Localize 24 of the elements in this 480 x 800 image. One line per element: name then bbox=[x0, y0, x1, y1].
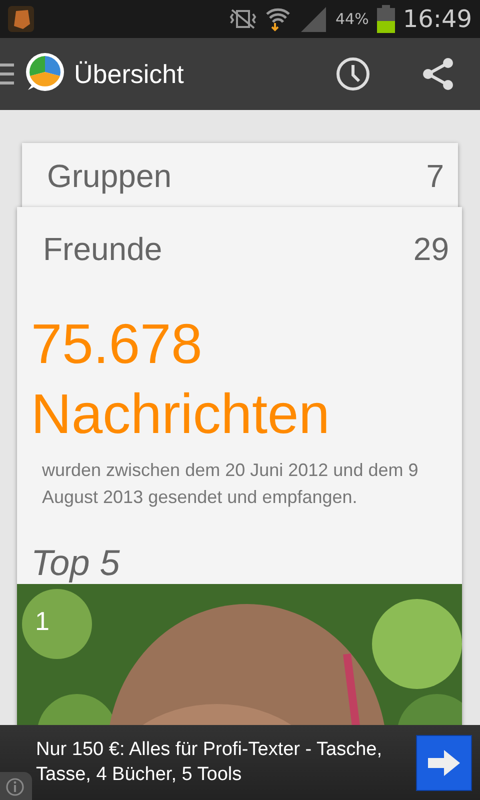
battery-icon bbox=[376, 5, 395, 33]
battery-percent: 44% bbox=[335, 8, 369, 30]
clock-time: 16:49 bbox=[402, 4, 472, 35]
groups-card[interactable]: Gruppen 7 bbox=[22, 143, 458, 209]
rank-number: 1 bbox=[35, 605, 50, 638]
section-title: Top 5 bbox=[30, 541, 121, 584]
message-count: 75.678 bbox=[31, 311, 202, 377]
menu-icon[interactable] bbox=[0, 62, 14, 86]
info-icon[interactable] bbox=[0, 772, 32, 800]
date-range-description: wurden zwischen dem 20 Juni 2012 und dem 9 August 2013 gesendet und empfangen. bbox=[41, 459, 420, 509]
card-title: Gruppen bbox=[47, 157, 172, 196]
count: 29 bbox=[413, 230, 449, 269]
message-label: Nachrichten bbox=[31, 381, 330, 447]
history-icon[interactable] bbox=[336, 57, 370, 91]
wifi-icon bbox=[265, 6, 292, 32]
ad-arrow-button[interactable] bbox=[416, 734, 472, 790]
signal-icon bbox=[299, 5, 328, 33]
card-title: Freunde bbox=[43, 230, 162, 269]
vibrate-icon bbox=[229, 8, 258, 30]
app-notification-icon bbox=[8, 6, 34, 32]
share-icon[interactable] bbox=[420, 56, 456, 92]
arrow-icon bbox=[428, 750, 460, 776]
screen-title: Übersicht bbox=[74, 58, 184, 90]
count: 7 bbox=[426, 157, 444, 196]
